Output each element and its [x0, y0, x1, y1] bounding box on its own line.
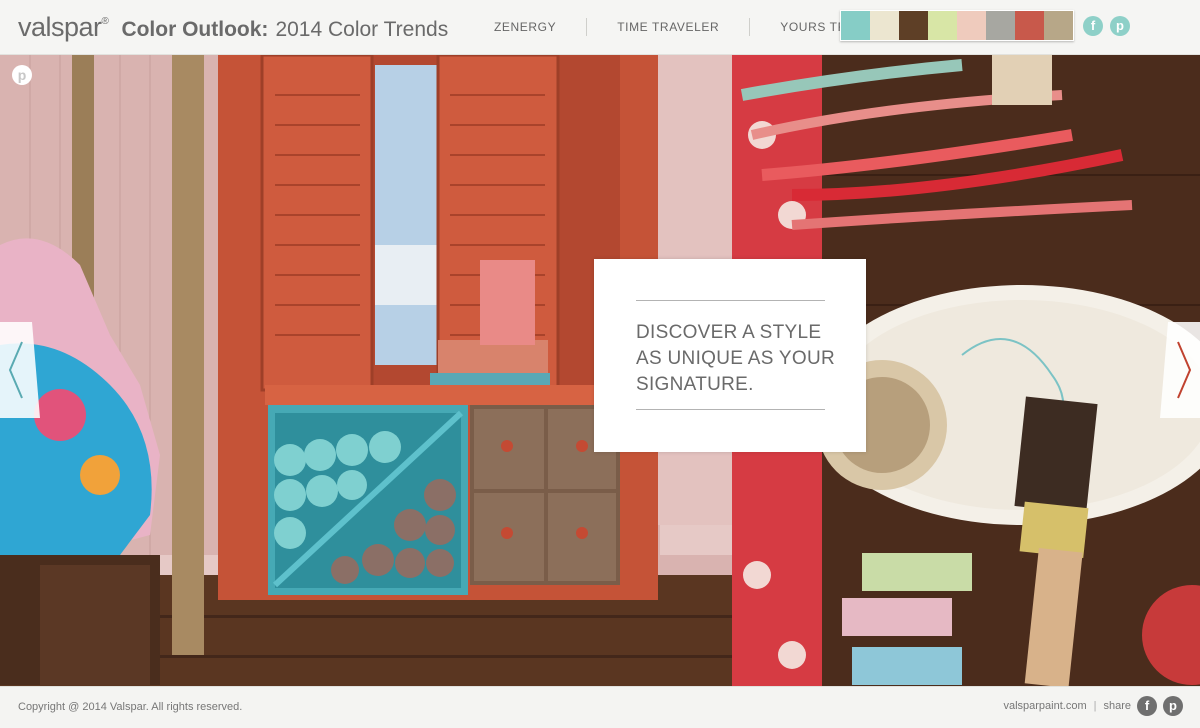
site-logo[interactable]: valspar® Color Outlook: 2014 Color Trend…: [18, 12, 448, 43]
palette-swatch[interactable]: [986, 11, 1015, 40]
site-header: valspar® Color Outlook: 2014 Color Trend…: [0, 0, 1200, 55]
facebook-icon[interactable]: f: [1137, 696, 1157, 716]
footer-links: valsparpaint.com | share f p: [1003, 696, 1183, 716]
tagline-card: DISCOVER A STYLE AS UNIQUE AS YOUR SIGNA…: [594, 259, 866, 452]
page-title-light: 2014 Color Trends: [275, 18, 449, 41]
page-title-bold: Color Outlook:: [121, 18, 269, 41]
nav-zenergy[interactable]: ZENERGY: [464, 18, 588, 36]
site-link[interactable]: valsparpaint.com: [1003, 700, 1086, 712]
copyright-text: Copyright @ 2014 Valspar. All rights res…: [18, 701, 243, 713]
divider: [636, 409, 825, 410]
palette-swatch[interactable]: [1044, 11, 1073, 40]
palette-swatch[interactable]: [841, 11, 870, 40]
divider: [636, 300, 825, 301]
pinterest-icon[interactable]: p: [1163, 696, 1183, 716]
palette-swatch[interactable]: [928, 11, 957, 40]
site-footer: Copyright @ 2014 Valspar. All rights res…: [0, 686, 1200, 728]
hero-slide: p DISCOVER A STYLE AS UNIQUE AS YOUR SIG…: [0, 55, 1200, 686]
pinterest-icon[interactable]: p: [12, 65, 32, 85]
brand-name: valspar: [18, 12, 102, 42]
palette-swatch[interactable]: [870, 11, 899, 40]
color-palette: [840, 10, 1074, 41]
nav-time-traveler[interactable]: TIME TRAVELER: [587, 18, 751, 36]
registered-mark: ®: [101, 16, 109, 27]
share-label: share: [1103, 700, 1131, 712]
palette-swatch[interactable]: [1015, 11, 1044, 40]
palette-swatch[interactable]: [899, 11, 928, 40]
facebook-icon[interactable]: f: [1083, 16, 1103, 36]
pinterest-icon[interactable]: p: [1110, 16, 1130, 36]
trend-nav: ZENERGY TIME TRAVELER YOURS TRULY: [464, 0, 881, 54]
palette-swatch[interactable]: [957, 11, 986, 40]
tagline-text: DISCOVER A STYLE AS UNIQUE AS YOUR SIGNA…: [636, 322, 836, 395]
divider: |: [1093, 700, 1097, 712]
